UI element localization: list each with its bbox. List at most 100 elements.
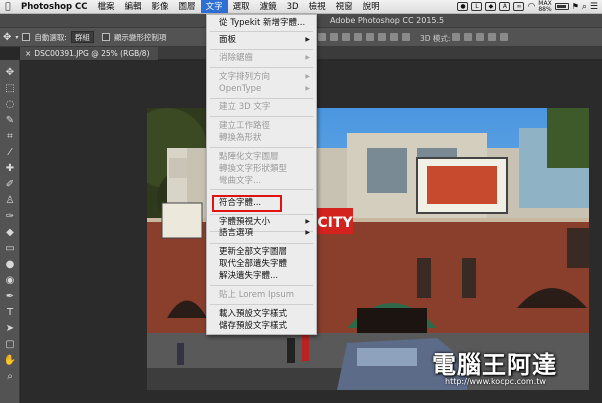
menu-item-load-default-type-styles[interactable]: 載入預設文字樣式 [219,308,287,320]
3d-mode-label: 3D 模式: [420,34,451,43]
battery-label: MAX 88% [538,0,552,13]
align-icon[interactable] [402,33,410,41]
close-icon[interactable]: × [25,49,31,58]
menu-image[interactable]: 影像 [147,0,174,13]
menu-photoshop[interactable]: Photoshop CC [16,0,93,13]
menu-item-create-work-path: 建立工作路徑 [219,121,271,131]
menu-window[interactable]: 視窗 [331,0,358,13]
menu-item-convert-to-shape: 轉換為形狀 [219,133,262,143]
menu-edit[interactable]: 編輯 [120,0,147,13]
menu-item-panels[interactable]: 面板 [219,34,236,46]
document-tab[interactable]: × DSC00391.JPG @ 25% (RGB/8) [20,47,158,60]
menu-file[interactable]: 檔案 [93,0,120,13]
align-icon[interactable] [378,33,386,41]
menu-separator [210,189,313,190]
crop-tool-icon[interactable]: ⌗ [3,130,17,144]
path-select-tool-icon[interactable]: ➤ [3,322,17,336]
dropbox-icon[interactable]: ◆ [485,2,497,11]
search-icon[interactable]: ⌕ [582,2,587,12]
menu-type[interactable]: 文字 [200,0,228,13]
match-font-callout [212,195,282,212]
3d-slide-icon[interactable] [488,33,496,41]
menu-view[interactable]: 檢視 [304,0,331,13]
move-tool-icon[interactable]: ✥ [3,66,17,80]
menu-item-anti-alias: 消除鋸齒 [219,53,254,63]
line-icon[interactable]: L [471,2,483,11]
menu-item-create-3d-text: 建立 3D 文字 [219,102,271,112]
eyedropper-tool-icon[interactable]: ⁄ [3,146,17,160]
apple-icon[interactable]:  [0,2,16,12]
menu-item-add-typekit-fonts[interactable]: 從 Typekit 新增字體... [219,17,305,29]
acrobat-icon[interactable]: A [499,2,511,11]
menu-item-paste-lorem-ipsum: 貼上 Lorem Ipsum [219,290,295,300]
gradient-tool-icon[interactable]: ▭ [3,242,17,256]
move-tool-icon[interactable]: ✥ [3,32,11,43]
menu-item-language-options[interactable]: 語言選項 [219,227,253,239]
history-brush-tool-icon[interactable]: ✑ [3,210,17,224]
align-icon[interactable] [354,33,362,41]
3d-mode-buttons [452,33,508,41]
list-icon[interactable]: ☰ [590,2,598,12]
wechat-icon[interactable]: ● [457,2,469,11]
status-icons: ● L ◆ A ∞ ◠ MAX 88% ⚑ ⌕ ☰ [457,0,602,13]
hand-tool-icon[interactable]: ✋ [3,354,17,368]
rectangle-tool-icon[interactable]: ▢ [3,338,17,352]
mac-menubar:  Photoshop CC 檔案 編輯 影像 圖層 文字 選取 濾鏡 3D 檢… [0,0,602,14]
menu-help[interactable]: 說明 [358,0,385,13]
menu-separator [210,285,313,286]
battery-percent: 88% [538,5,552,13]
auto-select-checkbox[interactable] [22,33,31,41]
quick-select-tool-icon[interactable]: ✎ [3,114,17,128]
align-icon[interactable] [318,33,326,41]
menu-separator [210,49,313,50]
3d-scale-icon[interactable] [500,33,508,41]
align-buttons [318,33,410,41]
menu-item-orientation: 文字排列方向 [219,72,271,82]
city-sign-text: CITY [317,215,353,231]
window-title: Adobe Photoshop CC 2015.5 [330,16,445,25]
tool-preset-chevron-icon[interactable]: ▾ [15,34,18,41]
pen-tool-icon[interactable]: ✒ [3,290,17,304]
type-tool-icon[interactable]: T [3,306,17,320]
cc-icon[interactable]: ∞ [513,2,525,11]
show-transform-checkbox[interactable] [101,33,110,41]
align-icon[interactable] [366,33,374,41]
document-tab-title: DSC00391.JPG @ 25% (RGB/8) [34,49,150,58]
zoom-tool-icon[interactable]: ⌕ [3,370,17,384]
submenu-arrow-icon: ▶ [305,36,310,43]
menu-3d[interactable]: 3D [282,0,304,13]
clone-stamp-tool-icon[interactable]: ♙ [3,194,17,208]
blur-tool-icon[interactable]: ● [3,258,17,272]
menu-item-save-default-type-styles[interactable]: 儲存預設文字樣式 [219,320,287,332]
align-icon[interactable] [390,33,398,41]
submenu-arrow-icon: ▶ [305,54,310,61]
menu-item-update-all-text-layers[interactable]: 更新全部文字圖層 [219,246,287,258]
watermark-url: http://www.kocpc.com.tw [445,377,546,386]
menu-select[interactable]: 選取 [228,0,255,13]
auto-select-dropdown[interactable]: 群組 [70,31,94,43]
align-icon[interactable] [342,33,350,41]
menu-item-rasterize-type-layer: 點陣化文字圖層 [219,152,279,162]
dodge-tool-icon[interactable]: ◉ [3,274,17,288]
eraser-tool-icon[interactable]: ◆ [3,226,17,240]
healing-brush-tool-icon[interactable]: ✚ [3,162,17,176]
lasso-tool-icon[interactable]: ◌ [3,98,17,112]
menu-separator [210,116,313,117]
wifi-icon[interactable]: ◠ [527,2,535,12]
menu-item-resolve-missing-fonts[interactable]: 解決遺失字體... [219,270,278,282]
battery-icon[interactable] [554,3,569,10]
3d-roll-icon[interactable] [464,33,472,41]
flag-icon[interactable]: ⚑ [572,2,579,11]
menu-item-replace-all-missing-fonts[interactable]: 取代全部遺失字體 [219,258,287,270]
submenu-arrow-icon: ▶ [305,85,310,92]
menu-item-warp-text: 彎曲文字... [219,176,262,186]
3d-rotate-icon[interactable] [452,33,460,41]
brush-tool-icon[interactable]: ✐ [3,178,17,192]
menu-separator [210,98,313,99]
align-icon[interactable] [330,33,338,41]
watermark-title: 電腦王阿達 [432,351,557,379]
marquee-tool-icon[interactable]: ⬚ [3,82,17,96]
menu-layer[interactable]: 圖層 [174,0,201,13]
menu-filter[interactable]: 濾鏡 [255,0,282,13]
3d-pan-icon[interactable] [476,33,484,41]
